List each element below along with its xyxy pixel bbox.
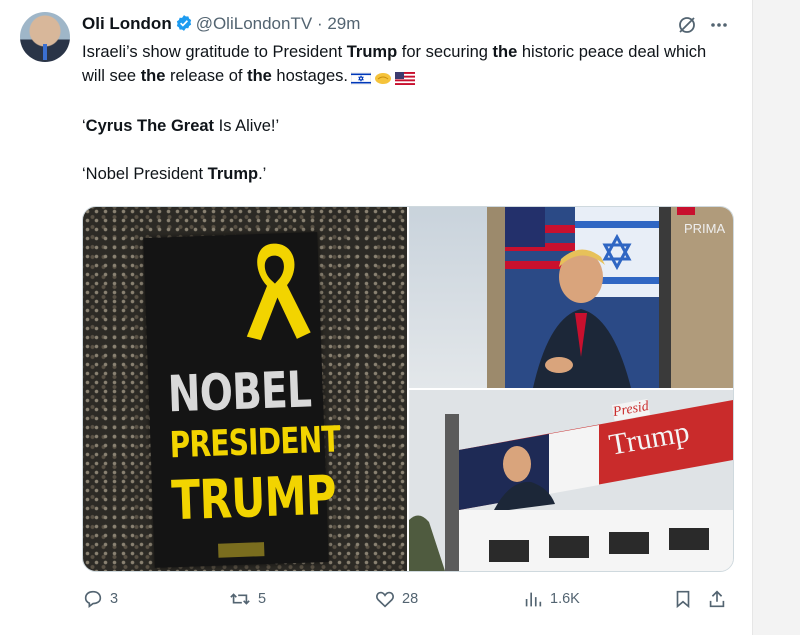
banner-text-president: PRESIDENT: [168, 419, 341, 467]
tweet-paragraph-3: ‘Nobel President Trump.’: [82, 165, 267, 183]
media-image-street-billboard[interactable]: Presid Trump: [409, 390, 733, 571]
tweet-header: Oli London @OliLondonTV · 29m: [82, 13, 360, 35]
tweet-paragraph-1: Israeli’s show gratitude to President Tr…: [82, 40, 732, 90]
heart-icon: [376, 591, 394, 608]
author-handle[interactable]: @OliLondonTV: [196, 14, 313, 33]
usa-flag-icon: [394, 72, 415, 86]
reply-icon: [84, 590, 102, 608]
banner-text-nobel: NOBEL: [166, 360, 312, 424]
banner: NOBEL PRESIDENT TRUMP: [143, 232, 341, 568]
avatar[interactable]: [20, 12, 70, 62]
verified-badge-icon: [176, 15, 191, 31]
billboard-top-word: PRIMA: [684, 221, 726, 236]
views-count: 1.6K: [550, 591, 580, 607]
handshake-icon: [374, 73, 391, 85]
tweet-card[interactable]: Oli London @OliLondonTV · 29m Israeli’s s…: [0, 0, 753, 635]
timestamp[interactable]: 29m: [327, 14, 360, 33]
separator: ·: [316, 14, 323, 33]
grok-icon[interactable]: [676, 14, 698, 36]
yellow-ribbon-icon: [246, 243, 311, 341]
tweet-actions: 3 5 28 1.6K: [82, 588, 732, 614]
media-grid: NOBEL PRESIDENT TRUMP PRIMA Presid Trump: [82, 206, 734, 572]
views-button[interactable]: 1.6K: [522, 588, 580, 610]
repost-button[interactable]: 5: [228, 588, 266, 610]
bookmark-button[interactable]: [672, 588, 694, 610]
reply-button[interactable]: 3: [82, 588, 118, 610]
like-count: 28: [402, 591, 419, 607]
emoji-flags: [350, 66, 417, 90]
top-actions: [676, 14, 730, 36]
views-icon: [525, 592, 542, 607]
author-name[interactable]: Oli London: [82, 14, 172, 33]
media-image-crowd-banner[interactable]: NOBEL PRESIDENT TRUMP: [83, 207, 407, 571]
avatar-detail: [43, 44, 47, 60]
banner-text-trump: TRUMP: [170, 463, 337, 533]
tweet-paragraph-2: ‘Cyrus The Great Is Alive!’: [82, 117, 280, 135]
reply-count: 3: [110, 591, 119, 607]
repost-count: 5: [258, 591, 267, 607]
tweet-text: Israeli’s show gratitude to President Tr…: [82, 40, 732, 186]
share-icon: [709, 590, 725, 608]
media-image-billboard-building[interactable]: PRIMA: [409, 207, 733, 388]
more-icon[interactable]: [708, 14, 730, 36]
banner-small-label: [218, 542, 265, 558]
israel-flag-icon: [350, 72, 371, 86]
share-button[interactable]: [706, 588, 728, 610]
like-button[interactable]: 28: [374, 588, 418, 610]
bookmark-icon: [676, 590, 690, 609]
repost-icon: [230, 593, 250, 605]
